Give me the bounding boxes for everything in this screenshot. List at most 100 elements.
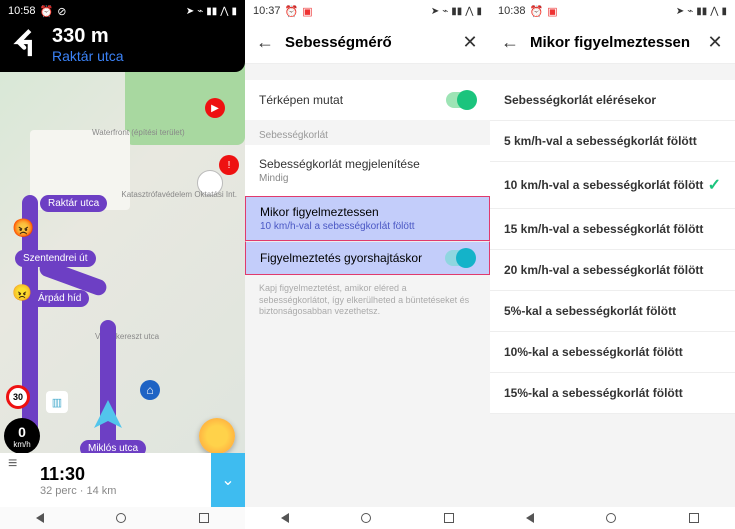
row-label: Sebességkorlát megjelenítése xyxy=(259,157,420,171)
warn-option[interactable]: 10 km/h-val a sebességkorlát fölött✓ xyxy=(490,162,735,209)
warn-option[interactable]: 5%-kal a sebességkorlát fölött xyxy=(490,291,735,332)
bluetooth-icon: ⌁ xyxy=(197,6,203,17)
option-label: Sebességkorlát elérésekor xyxy=(504,93,721,107)
nav-recent-icon[interactable] xyxy=(689,513,699,523)
wazer-icon[interactable]: 😠 xyxy=(12,283,32,303)
location-icon: ➤ xyxy=(186,6,194,17)
status-bar: 10:37 ⏰ ▣ ➤ ⌁ ▮▮ ⋀ ▮ xyxy=(245,0,490,22)
option-label: 5%-kal a sebességkorlát fölött xyxy=(504,304,721,318)
street-pill[interactable]: Raktár utca xyxy=(40,195,107,212)
warn-option[interactable]: Sebességkorlát elérésekor xyxy=(490,80,735,121)
eta-bar[interactable]: ≡ 11:30 32 perc · 14 km 🔊 xyxy=(0,453,245,507)
map-poi-label: Waterfront (építési terület) xyxy=(92,128,185,137)
bluetooth-icon: ⌁ xyxy=(442,6,448,17)
when-to-warn-row[interactable]: Mikor figyelmeztessen 10 km/h-val a sebe… xyxy=(245,196,490,241)
dnd-icon: ⊘ xyxy=(57,5,66,18)
option-label: 20 km/h-val a sebességkorlát fölött xyxy=(504,263,721,277)
nav-back-icon[interactable] xyxy=(281,513,289,523)
section-header: Sebességkorlát xyxy=(245,120,490,145)
report-button[interactable] xyxy=(199,418,235,454)
speed-limit-sign: 30 xyxy=(6,385,30,409)
helper-text: Kapj figyelmeztetést, amikor eléred a se… xyxy=(245,275,490,326)
toggle-switch[interactable] xyxy=(445,250,475,266)
row-label: Térképen mutat xyxy=(259,93,446,107)
hazard-pin[interactable]: ▶ xyxy=(205,98,225,118)
route-line xyxy=(100,320,116,460)
app-header: ← Mikor figyelmeztessen ✕ xyxy=(490,22,735,64)
nav-home-icon[interactable] xyxy=(116,513,126,523)
alarm-icon: ⏰ xyxy=(285,5,299,18)
wifi-icon: ⋀ xyxy=(465,6,473,17)
battery-icon: ▮ xyxy=(721,6,727,17)
option-label: 10 km/h-val a sebességkorlát fölött xyxy=(504,178,708,192)
signal-icon: ▮▮ xyxy=(451,6,462,17)
notif-icon: ▣ xyxy=(302,5,312,18)
toggle-switch[interactable] xyxy=(446,92,476,108)
speedometer-settings-screen: 10:37 ⏰ ▣ ➤ ⌁ ▮▮ ⋀ ▮ ← Sebességmérő ✕ Té… xyxy=(245,0,490,529)
street-pill[interactable]: Árpád híd xyxy=(30,290,89,307)
bluetooth-icon: ⌁ xyxy=(687,6,693,17)
status-time: 10:37 xyxy=(253,5,281,17)
warn-option[interactable]: 15 km/h-val a sebességkorlát fölött xyxy=(490,209,735,250)
nav-street: Raktár utca xyxy=(52,48,124,64)
current-speed-value: 0 xyxy=(18,424,26,440)
location-icon: ➤ xyxy=(431,6,439,17)
android-navbar xyxy=(0,507,245,529)
row-label: Mikor figyelmeztessen xyxy=(260,205,379,219)
eta-details: 32 perc · 14 km xyxy=(40,485,116,497)
nav-recent-icon[interactable] xyxy=(444,513,454,523)
hazard-pin[interactable]: ! xyxy=(219,155,239,175)
show-speed-limit-row[interactable]: Sebességkorlát megjelenítése Mindig xyxy=(245,145,490,196)
eta-time: 11:30 xyxy=(40,464,116,485)
back-button[interactable]: ← xyxy=(255,33,275,53)
wazer-icon[interactable]: 😡 xyxy=(12,218,34,239)
nav-back-icon[interactable] xyxy=(36,513,44,523)
speeding-alert-row[interactable]: Figyelmeztetés gyorshajtáskor xyxy=(245,241,490,275)
map-poi-label: Katasztrófavédelem Oktatási Int. xyxy=(121,190,237,199)
when-to-warn-screen: 10:38 ⏰ ▣ ➤ ⌁ ▮▮ ⋀ ▮ ← Mikor figyelmezte… xyxy=(490,0,735,529)
close-button[interactable]: ✕ xyxy=(460,33,480,53)
alarm-icon: ⏰ xyxy=(530,5,544,18)
warn-option[interactable]: 15%-kal a sebességkorlát fölött xyxy=(490,373,735,414)
status-bar: 10:38 ⏰ ▣ ➤ ⌁ ▮▮ ⋀ ▮ xyxy=(490,0,735,22)
show-on-map-row[interactable]: Térképen mutat xyxy=(245,80,490,120)
option-label: 15%-kal a sebességkorlát fölött xyxy=(504,386,721,400)
signal-icon: ▮▮ xyxy=(696,6,707,17)
alarm-icon: ⏰ xyxy=(40,5,54,18)
check-icon: ✓ xyxy=(708,175,721,195)
row-subtitle: Mindig xyxy=(259,173,476,184)
warn-option[interactable]: 10%-kal a sebességkorlát fölött xyxy=(490,332,735,373)
wifi-icon: ⋀ xyxy=(220,6,228,17)
nav-distance: 330 m xyxy=(52,25,124,48)
nav-home-icon[interactable] xyxy=(361,513,371,523)
notif-icon: ▣ xyxy=(547,5,557,18)
nav-recent-icon[interactable] xyxy=(199,513,209,523)
speedometer[interactable]: 0 km/h xyxy=(4,418,40,454)
home-pin-icon[interactable]: ⌂ xyxy=(140,380,160,400)
row-subtitle: 10 km/h-val a sebességkorlát fölött xyxy=(260,221,475,232)
signal-icon: ▮▮ xyxy=(206,6,217,17)
nav-home-icon[interactable] xyxy=(606,513,616,523)
nav-back-icon[interactable] xyxy=(526,513,534,523)
android-navbar xyxy=(490,507,735,529)
waze-navigation-screen: 10:58 ⏰ ⊘ ➤ ⌁ ▮▮ ⋀ ▮ 330 m Raktár utca ▶… xyxy=(0,0,245,529)
screen-title: Sebességmérő xyxy=(285,34,450,51)
option-label: 15 km/h-val a sebességkorlát fölött xyxy=(504,222,721,236)
street-pill[interactable]: Szentendrei út xyxy=(15,250,96,267)
options-list: Sebességkorlát elérésekor 5 km/h-val a se… xyxy=(490,80,735,414)
close-button[interactable]: ✕ xyxy=(705,33,725,53)
status-time: 10:38 xyxy=(498,5,526,17)
row-label: Figyelmeztetés gyorshajtáskor xyxy=(260,251,445,265)
expand-eta-button[interactable]: ⌄ xyxy=(211,453,245,507)
map-layers-button[interactable]: ▥ xyxy=(46,391,68,413)
warn-option[interactable]: 20 km/h-val a sebességkorlát fölött xyxy=(490,250,735,291)
menu-icon[interactable]: ≡ xyxy=(8,455,28,473)
battery-icon: ▮ xyxy=(476,6,482,17)
speed-unit: km/h xyxy=(13,440,30,449)
wifi-icon: ⋀ xyxy=(710,6,718,17)
turn-left-icon xyxy=(10,25,44,59)
android-navbar xyxy=(245,507,490,529)
status-bar: 10:58 ⏰ ⊘ ➤ ⌁ ▮▮ ⋀ ▮ xyxy=(0,0,245,22)
warn-option[interactable]: 5 km/h-val a sebességkorlát fölött xyxy=(490,121,735,162)
back-button[interactable]: ← xyxy=(500,33,520,53)
